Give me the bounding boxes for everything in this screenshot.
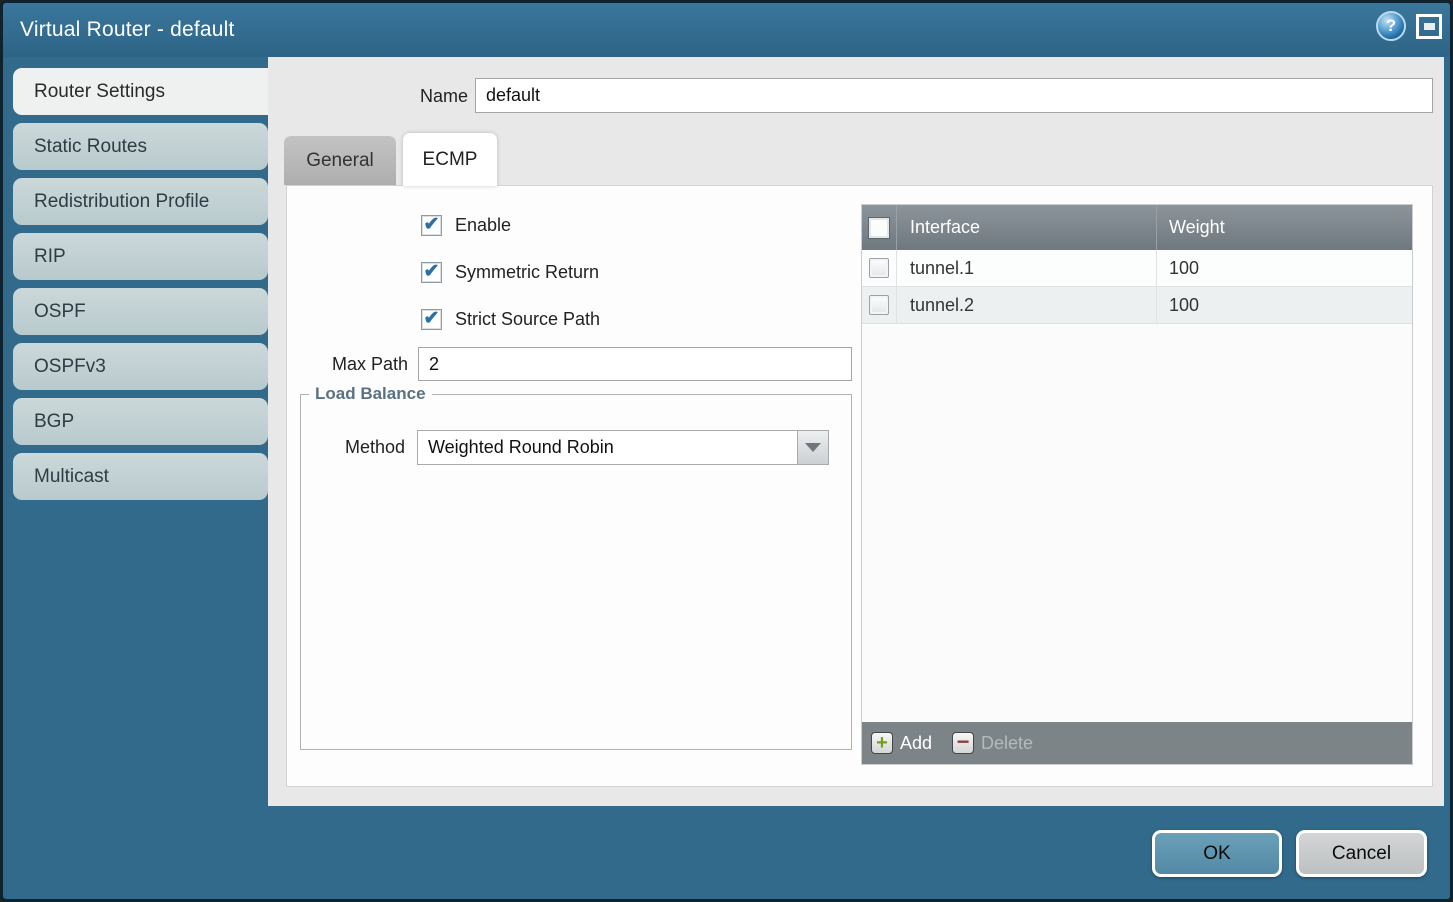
help-icon[interactable]: ? xyxy=(1376,11,1406,41)
interface-cell: tunnel.2 xyxy=(897,287,1157,323)
symmetric-return-checkbox[interactable]: ✔ xyxy=(421,262,442,283)
delete-icon: − xyxy=(952,732,974,754)
sidebar: Router Settings Static Routes Redistribu… xyxy=(3,57,268,899)
method-row: Method Weighted Round Robin xyxy=(301,430,851,465)
enable-checkbox-row[interactable]: ✔ Enable xyxy=(421,210,511,240)
row-checkbox[interactable] xyxy=(869,295,889,315)
dialog-title: Virtual Router - default xyxy=(3,3,1450,57)
ok-button[interactable]: OK xyxy=(1152,830,1282,877)
symmetric-return-checkbox-row[interactable]: ✔ Symmetric Return xyxy=(421,257,599,287)
sidebar-item-redistribution-profile[interactable]: Redistribution Profile xyxy=(13,178,268,225)
sidebar-item-static-routes[interactable]: Static Routes xyxy=(13,123,268,170)
sidebar-item-rip[interactable]: RIP xyxy=(13,233,268,280)
sidebar-item-ospf[interactable]: OSPF xyxy=(13,288,268,335)
sidebar-item-ospfv3[interactable]: OSPFv3 xyxy=(13,343,268,390)
interface-column-header: Interface xyxy=(897,205,1157,250)
minus-glyph: − xyxy=(957,731,970,753)
dialog-titlebar: Virtual Router - default ? xyxy=(3,3,1450,57)
table-row[interactable]: tunnel.2 100 xyxy=(862,287,1412,324)
interface-table: Interface Weight tunnel.1 100 tunnel.2 1… xyxy=(861,204,1413,765)
check-icon: ✔ xyxy=(424,262,440,281)
add-button[interactable]: + Add xyxy=(871,732,932,754)
sidebar-item-router-settings[interactable]: Router Settings xyxy=(13,68,268,115)
row-checkbox-cell xyxy=(862,287,897,323)
add-icon: + xyxy=(871,732,893,754)
delete-button[interactable]: − Delete xyxy=(952,732,1033,754)
strict-source-path-checkbox-row[interactable]: ✔ Strict Source Path xyxy=(421,304,600,334)
load-balance-legend: Load Balance xyxy=(309,384,432,404)
strict-source-path-checkbox[interactable]: ✔ xyxy=(421,309,442,330)
row-checkbox[interactable] xyxy=(869,258,889,278)
max-path-label: Max Path xyxy=(287,348,408,381)
plus-glyph: + xyxy=(876,733,888,753)
sidebar-item-multicast[interactable]: Multicast xyxy=(13,453,268,500)
weight-cell: 100 xyxy=(1157,287,1412,323)
load-balance-fieldset: Load Balance Method Weighted Round Robin xyxy=(300,384,852,750)
symmetric-return-label: Symmetric Return xyxy=(455,262,599,283)
help-glyph: ? xyxy=(1386,16,1396,36)
check-icon: ✔ xyxy=(424,215,440,234)
add-button-label: Add xyxy=(900,733,932,754)
method-label: Method xyxy=(301,437,405,458)
chevron-down-icon xyxy=(805,443,821,452)
interface-table-footer: + Add − Delete xyxy=(862,722,1412,764)
header-checkbox-cell xyxy=(862,205,897,250)
method-selected-value: Weighted Round Robin xyxy=(418,431,828,464)
row-checkbox-cell xyxy=(862,250,897,286)
weight-column-header: Weight xyxy=(1157,205,1412,250)
virtual-router-dialog: Virtual Router - default ? Router Settin… xyxy=(0,0,1453,902)
table-empty-area xyxy=(862,324,1412,722)
sidebar-item-bgp[interactable]: BGP xyxy=(13,398,268,445)
check-icon: ✔ xyxy=(424,309,440,328)
tab-ecmp[interactable]: ECMP xyxy=(403,133,497,186)
strict-source-path-label: Strict Source Path xyxy=(455,309,600,330)
enable-checkbox[interactable]: ✔ xyxy=(421,215,442,236)
max-path-input[interactable] xyxy=(418,347,852,381)
restore-window-bar xyxy=(1424,23,1435,30)
interface-cell: tunnel.1 xyxy=(897,250,1157,286)
ecmp-panel: ✔ Enable ✔ Symmetric Return ✔ Strict Sou… xyxy=(286,185,1433,787)
tab-general[interactable]: General xyxy=(284,136,396,185)
content-area: Name General ECMP ✔ Enable ✔ Symmetric R… xyxy=(268,57,1444,806)
select-all-checkbox[interactable] xyxy=(868,217,890,239)
delete-button-label: Delete xyxy=(981,733,1033,754)
method-dropdown-button[interactable] xyxy=(797,431,828,464)
method-select[interactable]: Weighted Round Robin xyxy=(417,430,829,465)
interface-table-header: Interface Weight xyxy=(862,205,1412,250)
table-row[interactable]: tunnel.1 100 xyxy=(862,250,1412,287)
enable-label: Enable xyxy=(455,215,511,236)
name-input[interactable] xyxy=(475,78,1433,113)
restore-window-icon[interactable] xyxy=(1416,14,1442,39)
cancel-button[interactable]: Cancel xyxy=(1296,830,1427,877)
name-label: Name xyxy=(358,79,468,114)
weight-cell: 100 xyxy=(1157,250,1412,286)
